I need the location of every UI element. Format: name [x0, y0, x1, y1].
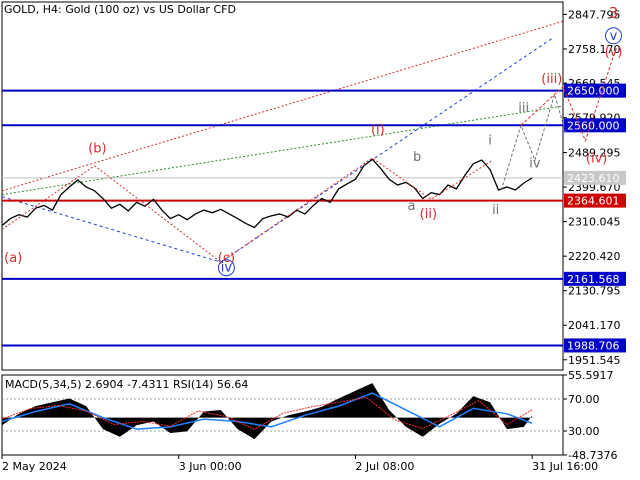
wave-label: (i)	[371, 123, 385, 138]
wave-label: (ii)	[420, 207, 437, 222]
wave-label: iii	[518, 101, 529, 116]
time-axis-label: 2 May 2024	[2, 460, 67, 473]
wave-label: (v)	[605, 45, 623, 60]
wave-label: iv	[529, 157, 541, 172]
price-axis-label: 2041.170	[568, 319, 621, 332]
main-plot-frame	[1, 1, 564, 371]
wave-label: 3	[609, 4, 619, 22]
price-axis-label: 1951.545	[568, 354, 621, 367]
trendline-red	[1, 20, 564, 192]
indicator-axis-label: 70.00	[568, 393, 600, 406]
price-axis-label: 2130.795	[568, 285, 621, 298]
wave-label: (iii)	[541, 72, 562, 87]
wave-label: (a)	[4, 251, 22, 266]
wave-label: v	[610, 29, 618, 44]
level-label: 2364.601	[567, 195, 620, 208]
wave-label: b	[413, 150, 421, 165]
level-label: 2560.000	[567, 119, 620, 132]
level-label: 1988.706	[567, 339, 620, 352]
trendline-blue-up	[220, 38, 553, 263]
wave-label: ii	[492, 203, 499, 218]
time-axis-label: 2 Jul 08:00	[355, 460, 414, 473]
current-price-label: 2423.610	[567, 172, 620, 185]
price-chart[interactable]: 2847.7952758.1702669.5452579.9202489.295…	[0, 0, 640, 480]
wave-label: iv	[221, 261, 233, 276]
wave-label: (iv)	[586, 152, 607, 167]
time-axis-label: 3 Jun 00:00	[179, 460, 242, 473]
projection-gray	[500, 92, 567, 191]
price-line	[1, 158, 533, 229]
indicator-label: MACD(5,34,5) 2.6904 -7.4311 RSI(14) 56.6…	[5, 378, 249, 391]
level-label: 2650.000	[567, 85, 620, 98]
indicator-axis-label: 30.00	[568, 425, 600, 438]
trendline-green	[1, 105, 564, 196]
price-axis-label: 2220.420	[568, 250, 621, 263]
indicator-axis-label: 55.5917	[568, 369, 614, 382]
wave-label: (b)	[88, 141, 106, 156]
price-axis-label: 2310.045	[568, 216, 621, 229]
level-label: 2161.568	[567, 273, 620, 286]
time-axis-label: 31 Jul 16:00	[532, 460, 598, 473]
wave-label: a	[408, 199, 416, 214]
wave-label: i	[488, 134, 492, 149]
